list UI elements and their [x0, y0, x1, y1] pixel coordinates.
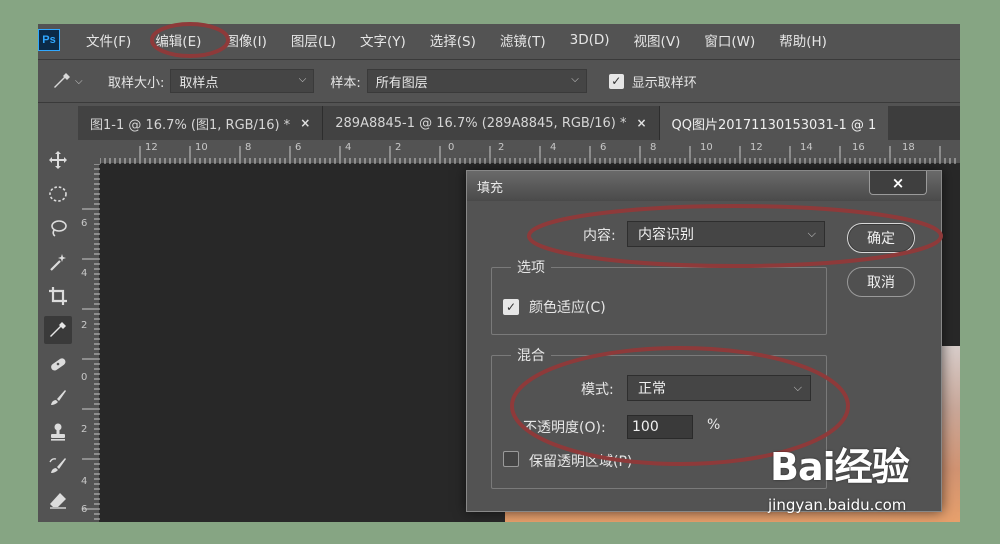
sample-size-label: 取样大小:: [108, 75, 165, 91]
ruler-tick-label: 2: [81, 320, 88, 331]
ruler-tick-label: 8: [650, 142, 657, 153]
chevron-down-icon: ⌵: [793, 381, 802, 394]
chevron-down-icon: ⌵: [571, 74, 579, 85]
menu-window[interactable]: 窗口(W): [704, 30, 755, 50]
menu-3d[interactable]: 3D(D): [570, 32, 610, 48]
show-ring-checkbox[interactable]: ✓: [608, 73, 624, 89]
sample-select[interactable]: 所有图层 ⌵: [366, 69, 587, 93]
menu-layer[interactable]: 图层(L): [291, 30, 336, 50]
preserve-transparency-checkbox[interactable]: [503, 451, 519, 467]
menu-view[interactable]: 视图(V): [634, 30, 681, 50]
opacity-unit: %: [707, 417, 721, 433]
document-tabs: 图1-1 @ 16.7% (图1, RGB/16) * × 289A8845-1…: [78, 106, 960, 140]
cancel-button[interactable]: 取消: [847, 267, 915, 297]
menu-filter[interactable]: 滤镜(T): [500, 30, 546, 50]
eraser-icon[interactable]: [44, 486, 72, 514]
tab-label: 289A8845-1 @ 16.7% (289A8845, RGB/16) *: [335, 115, 627, 131]
mode-value: 正常: [638, 381, 666, 397]
sample-value: 所有图层: [375, 75, 428, 91]
ruler-tick-label: 14: [800, 142, 813, 153]
ruler-tick-label: 16: [852, 142, 865, 153]
opacity-label: 不透明度(O):: [523, 420, 606, 436]
ruler-tick-label: 4: [81, 476, 88, 487]
baidu-jingyan-watermark: Bai经验 jingyan.baidu.com: [760, 432, 960, 522]
sample-size-value: 取样点: [179, 75, 219, 91]
menu-edit[interactable]: 编辑(E): [155, 30, 201, 50]
ruler-tick-label: 6: [295, 142, 302, 153]
eyedropper-tool-preset-icon[interactable]: ⌵: [52, 71, 88, 91]
ruler-tick-label: 4: [550, 142, 557, 153]
ruler-tick-label: 12: [145, 142, 158, 153]
ruler-tick-label: 6: [600, 142, 607, 153]
color-adapt-label: 颜色适应(C): [529, 300, 606, 316]
ruler-tick-label: 12: [750, 142, 763, 153]
eyedropper-icon[interactable]: [44, 316, 72, 344]
dialog-title: 填充: [477, 181, 504, 196]
menu-bar: Ps 文件(F) 编辑(E) 图像(I) 图层(L) 文字(Y) 选择(S) 滤…: [38, 24, 960, 56]
tab-doc-2[interactable]: 289A8845-1 @ 16.7% (289A8845, RGB/16) * …: [323, 106, 660, 140]
tools-panel: [38, 140, 78, 522]
sample-label: 样本:: [330, 75, 361, 91]
menu-help[interactable]: 帮助(H): [779, 30, 827, 50]
ruler-tick-label: 10: [195, 142, 208, 153]
opacity-input[interactable]: 100: [627, 415, 693, 439]
chevron-down-icon: ⌵: [298, 74, 307, 85]
options-bar: ⌵ 取样大小: 取样点 ⌵ 样本: 所有图层 ⌵ ✓ 显示取样环: [38, 59, 960, 103]
tab-doc-3[interactable]: QQ图片20171130153031-1 @ 1: [659, 106, 889, 140]
clone-stamp-icon[interactable]: [44, 418, 72, 446]
photoshop-logo: Ps: [38, 29, 60, 51]
ruler-tick-label: 0: [81, 372, 88, 383]
show-ring-label: 显示取样环: [631, 75, 697, 91]
ruler-tick-label: 4: [345, 142, 352, 153]
content-value: 内容识别: [638, 227, 694, 243]
magic-wand-icon[interactable]: [44, 248, 72, 276]
preserve-transparency-label: 保留透明区域(P): [529, 454, 633, 470]
healing-brush-icon[interactable]: [44, 350, 72, 378]
sample-size-select[interactable]: 取样点 ⌵: [170, 69, 315, 93]
menu-image[interactable]: 图像(I): [225, 30, 267, 50]
ruler-tick-label: 4: [81, 268, 88, 279]
ruler-vertical: 6 4 2 0 2 4 6: [78, 164, 100, 522]
ok-button[interactable]: 确定: [847, 223, 915, 253]
mode-select[interactable]: 正常 ⌵: [627, 375, 811, 401]
ruler-tick-label: 8: [245, 142, 252, 153]
ruler-tick-label: 6: [81, 218, 88, 229]
marquee-icon[interactable]: [44, 180, 72, 208]
watermark-url: jingyan.baidu.com: [768, 496, 907, 514]
ruler-tick-label: 6: [81, 504, 88, 515]
ruler-tick-label: 2: [81, 424, 88, 435]
ruler-tick-label: 2: [395, 142, 402, 153]
close-icon[interactable]: ×: [636, 116, 646, 130]
color-adapt-checkbox[interactable]: ✓: [503, 299, 519, 315]
ruler-tick-label: 18: [902, 142, 915, 153]
tab-doc-1[interactable]: 图1-1 @ 16.7% (图1, RGB/16) * ×: [78, 106, 324, 140]
tab-label: 图1-1 @ 16.7% (图1, RGB/16) *: [90, 117, 291, 133]
dialog-title-bar[interactable]: 填充 ×: [467, 171, 941, 201]
crop-icon[interactable]: [44, 282, 72, 310]
menu-file[interactable]: 文件(F): [86, 30, 131, 50]
mode-label: 模式:: [581, 382, 614, 398]
content-label: 内容:: [583, 228, 616, 244]
history-brush-icon[interactable]: [44, 452, 72, 480]
ruler-tick-label: 10: [700, 142, 713, 153]
options-group-title: 选项: [511, 257, 551, 277]
lasso-icon[interactable]: [44, 214, 72, 242]
close-icon[interactable]: ×: [869, 171, 927, 195]
ruler-horizontal: 12 10 8 6 4 2 0 2 4 6 8 10 12 14 16 18: [100, 140, 960, 164]
move-icon[interactable]: [44, 146, 72, 174]
chevron-down-icon: ⌵: [807, 227, 816, 240]
ruler-tick-label: 0: [448, 142, 455, 153]
close-icon[interactable]: ×: [300, 116, 310, 130]
tab-label: QQ图片20171130153031-1 @ 1: [671, 117, 877, 133]
ruler-tick-label: 2: [498, 142, 505, 153]
menu-select[interactable]: 选择(S): [430, 30, 476, 50]
content-select[interactable]: 内容识别 ⌵: [627, 221, 825, 247]
blend-group-title: 混合: [511, 345, 551, 365]
menu-type[interactable]: 文字(Y): [360, 30, 406, 50]
brush-icon[interactable]: [44, 384, 72, 412]
watermark-logo: Bai经验: [770, 445, 910, 489]
